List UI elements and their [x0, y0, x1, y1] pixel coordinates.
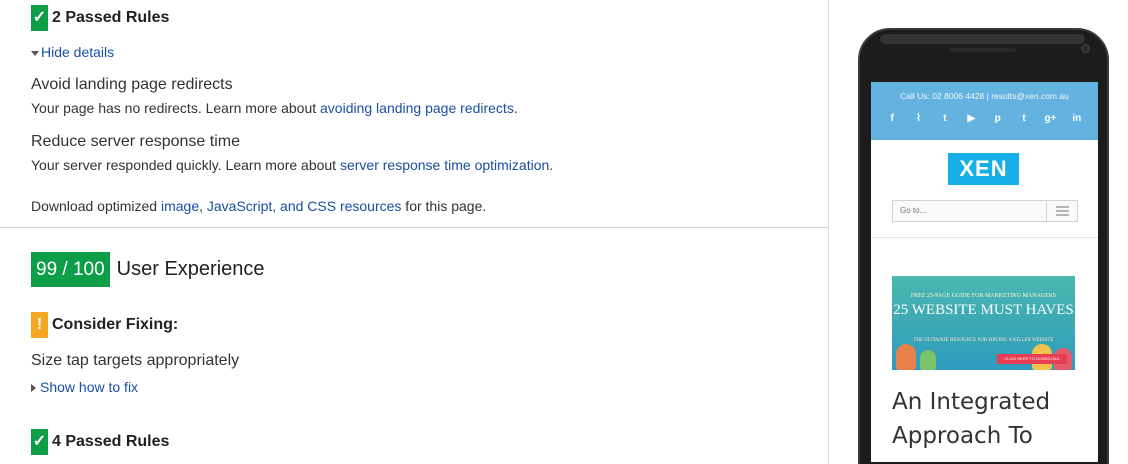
hide-details-label[interactable]: Hide details	[41, 44, 114, 60]
check-icon: ✓	[31, 429, 48, 455]
redirects-learn-link[interactable]: avoiding landing page redirects	[320, 100, 514, 116]
desc-text: Your page has no redirects. Learn more a…	[31, 100, 321, 116]
vertical-divider	[828, 0, 829, 464]
results-panel: ✓ 2 Passed Rules Hide details Avoid land…	[0, 0, 828, 464]
show-how-to-fix-label[interactable]: Show how to fix	[40, 379, 138, 395]
download-text: for this page.	[401, 198, 487, 214]
twitter-icon: t	[943, 113, 947, 124]
banner-cta: CLICK HERE TO DOWNLOAD	[997, 354, 1067, 364]
rule-desc-server-response: Your server responded quickly. Learn mor…	[31, 157, 553, 173]
download-js-css-link[interactable]: JavaScript, and CSS resources	[207, 198, 402, 214]
site-separator	[871, 237, 1098, 238]
phone-speaker	[950, 48, 1016, 52]
googleplus-icon: g+	[1044, 113, 1057, 124]
flask-graphic	[896, 344, 916, 370]
passed-rules-header-2: ✓ 4 Passed Rules	[31, 429, 169, 455]
rule-title-server-response: Reduce server response time	[31, 133, 240, 150]
section-divider	[0, 227, 828, 228]
desc-text: Your server responded quickly. Learn mor…	[31, 157, 340, 173]
hide-details-toggle[interactable]: Hide details	[31, 44, 114, 60]
banner-title: 25 WEBSITE MUST HAVES	[893, 302, 1074, 318]
phone-camera	[1081, 44, 1090, 53]
rule-title-redirects: Avoid landing page redirects	[31, 76, 233, 93]
score-label: User Experience	[116, 258, 265, 280]
triangle-down-icon	[31, 50, 39, 56]
download-image-link[interactable]: image	[161, 198, 199, 214]
banner-kicker: FREE 25-PAGE GUIDE FOR MARKETING MANAGER…	[910, 293, 1057, 299]
show-how-to-fix-toggle[interactable]: Show how to fix	[31, 379, 138, 395]
download-text: Download optimized	[31, 198, 161, 214]
desc-text: .	[513, 100, 518, 116]
pinterest-icon: p	[994, 113, 1001, 124]
passed-rules-header: ✓ 2 Passed Rules	[31, 5, 169, 31]
youtube-icon: ▶	[967, 113, 976, 124]
site-topbar: Call Us: 02 8006 4428 | results@xen.com.…	[871, 82, 1098, 140]
triangle-right-icon	[31, 383, 36, 392]
social-icons: f ⌇ t ▶ p t g+ in	[871, 112, 1098, 126]
server-response-learn-link[interactable]: server response time optimization	[340, 157, 549, 173]
menu-icon	[1046, 201, 1077, 221]
score-badge: 99 / 100	[31, 252, 110, 287]
tumblr-icon: t	[1022, 113, 1026, 124]
passed-rules-label-2: 4 Passed Rules	[52, 433, 170, 450]
consider-fixing-header: ! Consider Fixing:	[31, 312, 178, 338]
flask-graphic	[920, 350, 936, 370]
download-optimized-line: Download optimized image, JavaScript, an…	[31, 198, 486, 214]
rule-desc-redirects: Your page has no redirects. Learn more a…	[31, 100, 518, 116]
facebook-icon: f	[890, 113, 894, 124]
download-text: ,	[199, 198, 207, 214]
goto-placeholder: Go to...	[900, 206, 927, 215]
site-promo-banner: FREE 25-PAGE GUIDE FOR MARKETING MANAGER…	[892, 276, 1075, 370]
phone-screen: Call Us: 02 8006 4428 | results@xen.com.…	[871, 82, 1098, 462]
score-row: 99 / 100 User Experience	[31, 252, 265, 287]
site-contact: Call Us: 02 8006 4428 | results@xen.com.…	[900, 91, 1069, 101]
consider-fixing-label: Consider Fixing:	[52, 316, 179, 333]
site-goto-select: Go to...	[892, 200, 1078, 222]
desc-text: .	[549, 157, 554, 173]
linkedin-icon: in	[1072, 113, 1082, 124]
banner-subtitle: THE ULTIMATE RESOURCE FOR HAVING A KILLE…	[913, 338, 1054, 343]
phone-bezel-shine	[880, 34, 1085, 44]
site-logo: XEN	[948, 153, 1019, 185]
passed-rules-label: 2 Passed Rules	[52, 9, 170, 26]
check-icon: ✓	[31, 5, 48, 31]
phone-preview: Call Us: 02 8006 4428 | results@xen.com.…	[858, 28, 1109, 464]
rule-title-tap-targets: Size tap targets appropriately	[31, 352, 240, 369]
rss-icon: ⌇	[916, 113, 921, 124]
warning-icon: !	[31, 312, 48, 338]
site-headline: An Integrated Approach To	[892, 389, 1051, 449]
